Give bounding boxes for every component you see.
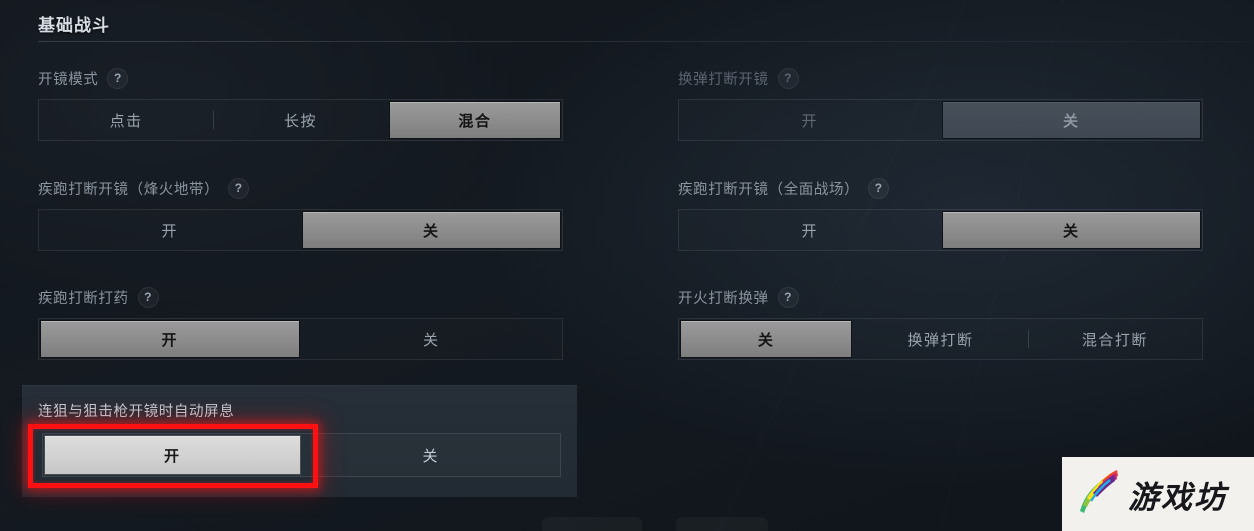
setting-label-row: 疾跑打断开镜（全面战场） ? <box>678 177 1203 199</box>
segment-option-on[interactable]: 开 <box>40 320 300 358</box>
segment-option-off[interactable]: 关 <box>301 211 561 249</box>
setting-label-row: 开镜模式 ? <box>38 67 563 89</box>
segmented-control-sprint-cancels-heal: 开 关 <box>38 318 563 360</box>
setting-label-row: 连狙与狙击枪开镜时自动屏息 <box>38 400 234 420</box>
segment-option-on[interactable]: 开 <box>41 212 299 248</box>
segmented-control-sprint-cancels-ads-quanmian: 开 关 <box>678 209 1203 251</box>
bird-logo-icon <box>1074 467 1120 522</box>
segmented-control-ads-mode: 点击 长按 混合 <box>38 99 563 141</box>
setting-label: 开火打断换弹 <box>678 290 769 307</box>
setting-row-ads-mode: 开镜模式 ? 点击 长按 混合 <box>38 67 563 141</box>
segmented-control-reload-cancels-ads: 开 关 <box>678 99 1203 141</box>
segment-option-off[interactable]: 关 <box>304 436 559 474</box>
help-icon[interactable]: ? <box>228 177 250 199</box>
segment-option-on[interactable]: 开 <box>44 435 301 475</box>
setting-label: 疾跑打断打药 <box>38 290 129 307</box>
setting-row-sprint-cancels-ads-quanmian: 疾跑打断开镜（全面战场） ? 开 关 <box>678 177 1203 251</box>
setting-row-sprint-cancels-heal: 疾跑打断打药 ? 开 关 <box>38 286 563 360</box>
segmented-control-auto-hold-breath: 开 关 <box>42 433 561 477</box>
segment-option-tap[interactable]: 点击 <box>41 102 211 138</box>
watermark-text: 游戏坊 <box>1128 479 1227 516</box>
segment-option-off[interactable]: 关 <box>680 320 853 358</box>
bottom-ghost-left <box>542 517 642 531</box>
setting-label-row: 开火打断换弹 ? <box>678 286 1203 308</box>
setting-label: 开镜模式 <box>38 71 99 88</box>
setting-row-auto-hold-breath-sniper: 连狙与狙击枪开镜时自动屏息 开 关 <box>22 385 577 497</box>
help-icon[interactable]: ? <box>777 67 799 89</box>
segment-option-on[interactable]: 开 <box>681 102 939 138</box>
segment-option-off[interactable]: 关 <box>941 101 1201 139</box>
help-icon[interactable]: ? <box>868 177 890 199</box>
help-icon[interactable]: ? <box>137 286 159 308</box>
segmented-control-sprint-cancels-ads-fenghuo: 开 关 <box>38 209 563 251</box>
basic-combat-settings-panel: 基础战斗 开镜模式 ? 点击 长按 混合 疾跑打断开镜（烽火地带） ? 开 关 … <box>0 0 1254 531</box>
page-title: 基础战斗 <box>38 16 110 35</box>
setting-row-sprint-cancels-ads-fenghuo: 疾跑打断开镜（烽火地带） ? 开 关 <box>38 177 563 251</box>
segment-option-mixed[interactable]: 混合 <box>388 101 561 139</box>
segment-option-off[interactable]: 关 <box>941 211 1201 249</box>
segmented-control-fire-cancels-reload: 关 换弹打断 混合打断 <box>678 318 1203 360</box>
setting-label: 疾跑打断开镜（全面战场） <box>678 181 860 198</box>
setting-label: 换弹打断开镜 <box>678 71 769 88</box>
setting-label: 连狙与狙击枪开镜时自动屏息 <box>38 403 235 420</box>
help-icon[interactable]: ? <box>107 67 129 89</box>
segment-option-on[interactable]: 开 <box>681 212 939 248</box>
segment-option-mixed-cancel[interactable]: 混合打断 <box>1027 321 1200 357</box>
watermark: 游戏坊 <box>1062 457 1254 531</box>
help-icon[interactable]: ? <box>777 286 799 308</box>
segment-option-off[interactable]: 关 <box>303 321 561 357</box>
setting-label-row: 换弹打断开镜 ? <box>678 67 1203 89</box>
bottom-ghost-right <box>676 517 768 531</box>
setting-label-row: 疾跑打断打药 ? <box>38 286 563 308</box>
setting-row-fire-cancels-reload: 开火打断换弹 ? 关 换弹打断 混合打断 <box>678 286 1203 360</box>
segment-option-reload-cancel[interactable]: 换弹打断 <box>855 321 1025 357</box>
setting-row-reload-cancels-ads: 换弹打断开镜 ? 开 关 <box>678 67 1203 141</box>
setting-label-row: 疾跑打断开镜（烽火地带） ? <box>38 177 563 199</box>
title-divider <box>38 41 1254 42</box>
segment-option-hold[interactable]: 长按 <box>213 102 385 138</box>
setting-label: 疾跑打断开镜（烽火地带） <box>38 181 220 198</box>
